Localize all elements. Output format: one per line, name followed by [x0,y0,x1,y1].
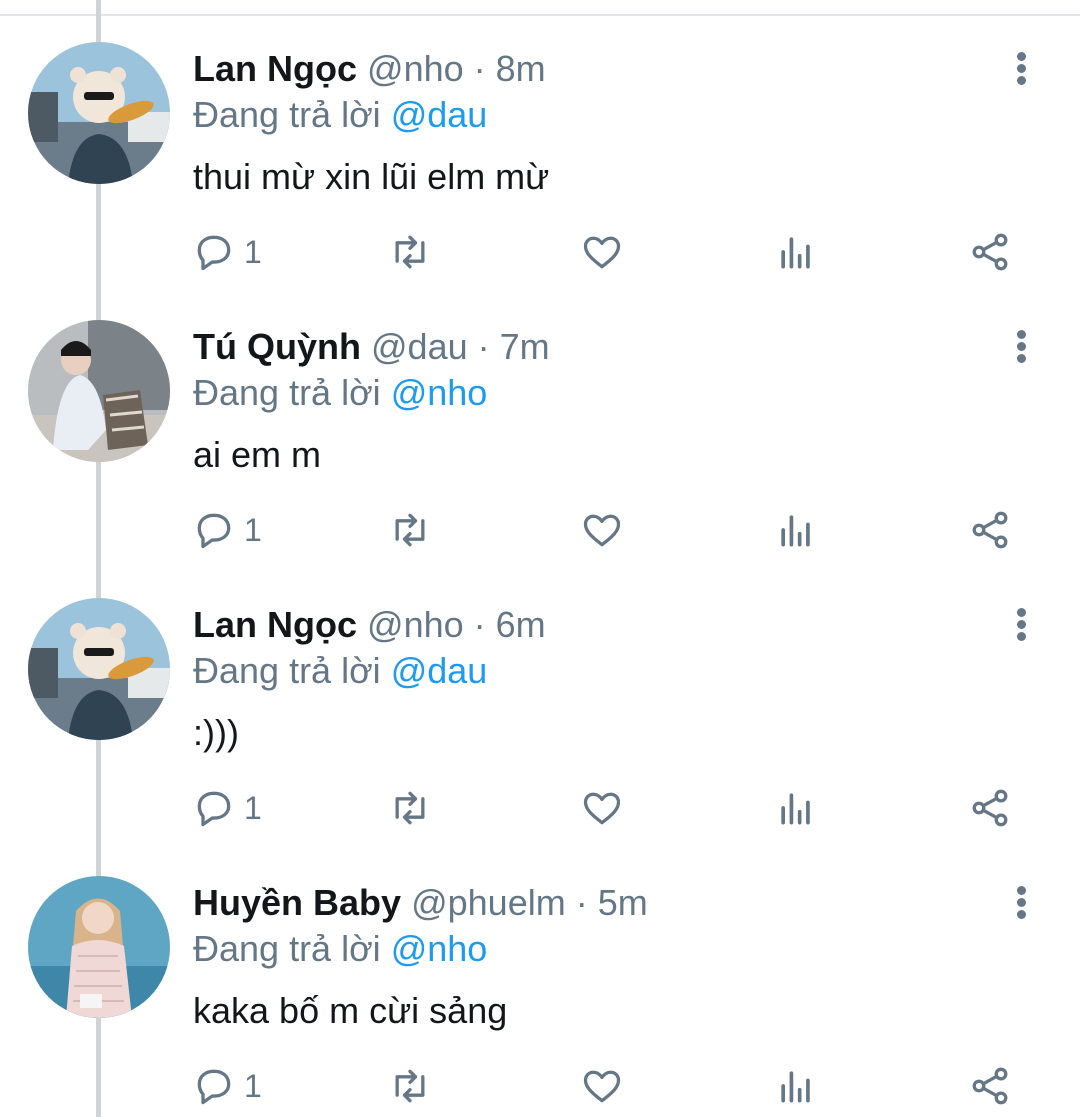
handle[interactable]: @nho [367,48,464,89]
like-icon [583,1070,621,1103]
replying-to: Đang trả lời @nho [193,372,487,414]
reply-count: 1 [244,233,262,270]
like-button[interactable] [580,506,624,554]
tweet-actions: 1 [0,506,1080,554]
reply-count: 1 [244,1067,262,1104]
retweet-icon [395,513,425,547]
share-button[interactable] [968,1062,1012,1110]
tweet-actions: 1 [0,228,1080,276]
reply-button[interactable]: 1 [192,506,262,554]
reply-icon [197,235,231,271]
avatar-image [28,876,170,1018]
tweet-header: Lan Ngọc @nho · 8m [193,48,546,90]
retweet-icon [395,791,425,825]
share-icon [972,511,1008,549]
tweet[interactable]: Huyền Baby @phuelm · 5m Đang trả lời @nh… [0,834,1080,1112]
mention-link[interactable]: @dau [391,650,488,691]
like-icon [583,514,621,547]
tweet-text: :))) [193,712,239,753]
reply-button[interactable]: 1 [192,228,262,276]
more-options-icon[interactable] [1006,606,1038,642]
mention-link[interactable]: @nho [391,372,488,413]
avatar[interactable] [28,598,170,740]
retweet-icon [395,235,425,269]
replying-label: Đang trả lời [193,94,381,135]
retweet-button[interactable] [388,506,432,554]
avatar[interactable] [28,876,170,1018]
reply-button[interactable]: 1 [192,1062,262,1110]
replying-label: Đang trả lời [193,928,381,969]
reply-icon [197,1069,231,1105]
like-icon [583,236,621,269]
avatar[interactable] [28,320,170,462]
tweet-text: kaka bố m cừi sảng [193,990,508,1031]
tweet-actions: 1 [0,1062,1080,1110]
replying-to: Đang trả lời @dau [193,94,487,136]
analytics-button[interactable] [774,1062,818,1110]
share-icon [972,1067,1008,1105]
display-name[interactable]: Lan Ngọc [193,48,357,89]
replying-to: Đang trả lời @dau [193,650,487,692]
analytics-icon [781,793,810,825]
share-button[interactable] [968,784,1012,832]
like-button[interactable] [580,228,624,276]
reply-icon [197,513,231,549]
share-icon [972,789,1008,827]
retweet-button[interactable] [388,784,432,832]
replying-to: Đang trả lời @nho [193,928,487,970]
tweet-text: thui mừ xin lũi elm mừ [193,156,550,197]
timestamp: · 8m [473,48,546,89]
replying-label: Đang trả lời [193,372,381,413]
tweet-header: Huyền Baby @phuelm · 5m [193,882,648,924]
tweet[interactable]: Lan Ngọc @nho · 6m Đang trả lời @dau :))… [0,556,1080,834]
display-name[interactable]: Huyền Baby [193,882,401,923]
reply-icon [197,791,231,827]
mention-link[interactable]: @nho [391,928,488,969]
mention-link[interactable]: @dau [391,94,488,135]
tweet-text: ai em m [193,434,322,475]
retweet-icon [395,1069,425,1103]
analytics-button[interactable] [774,228,818,276]
more-options-icon[interactable] [1006,50,1038,86]
display-name[interactable]: Tú Quỳnh [193,326,361,367]
analytics-icon [781,237,810,269]
like-button[interactable] [580,1062,624,1110]
tweet-actions: 1 [0,784,1080,832]
tweet-header: Tú Quỳnh @dau · 7m [193,326,550,368]
timestamp: · 7m [477,326,550,367]
handle[interactable]: @phuelm [411,882,566,923]
analytics-button[interactable] [774,506,818,554]
avatar-image [28,598,170,740]
like-button[interactable] [580,784,624,832]
tweet[interactable]: Tú Quỳnh @dau · 7m Đang trả lời @nho ai … [0,278,1080,556]
reply-button[interactable]: 1 [192,784,262,832]
like-icon [583,792,621,825]
avatar-image [28,320,170,462]
display-name[interactable]: Lan Ngọc [193,604,357,645]
analytics-button[interactable] [774,784,818,832]
retweet-button[interactable] [388,228,432,276]
avatar[interactable] [28,42,170,184]
more-options-icon[interactable] [1006,328,1038,364]
reply-count: 1 [244,511,262,548]
more-options-icon[interactable] [1006,884,1038,920]
avatar-image [28,42,170,184]
share-button[interactable] [968,506,1012,554]
reply-count: 1 [244,789,262,826]
handle[interactable]: @dau [371,326,468,367]
tweet-header: Lan Ngọc @nho · 6m [193,604,546,646]
analytics-icon [781,515,810,547]
share-button[interactable] [968,228,1012,276]
timestamp: · 5m [575,882,648,923]
timestamp: · 6m [473,604,546,645]
tweet[interactable]: Lan Ngọc @nho · 8m Đang trả lời @dau thu… [0,0,1080,278]
handle[interactable]: @nho [367,604,464,645]
replying-label: Đang trả lời [193,650,381,691]
analytics-icon [781,1071,810,1103]
retweet-button[interactable] [388,1062,432,1110]
share-icon [972,233,1008,271]
